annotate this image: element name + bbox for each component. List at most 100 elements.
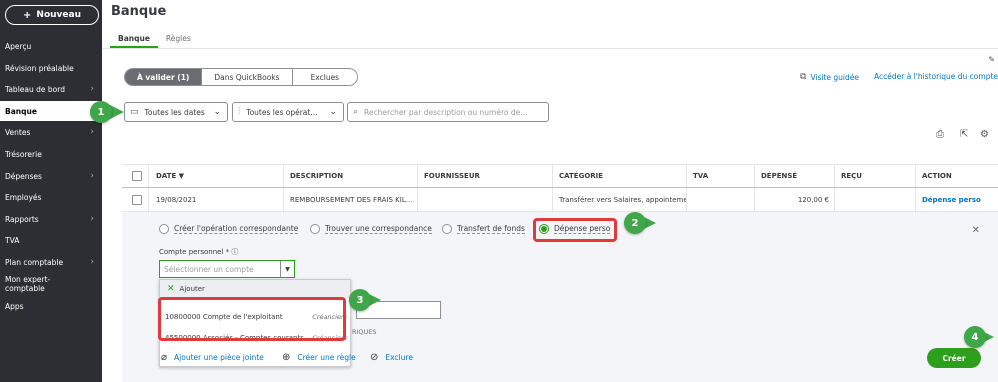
column-divider	[417, 165, 418, 187]
col-recu[interactable]: REÇU	[837, 165, 862, 187]
highlight-box-account-options	[158, 297, 346, 341]
radio-button[interactable]	[310, 224, 320, 234]
row-received	[837, 188, 841, 211]
col-fournisseur[interactable]: FOURNISSEUR	[420, 165, 480, 187]
tab-regles[interactable]: Règles	[158, 28, 199, 48]
segment-exclues[interactable]: Exclues	[292, 69, 358, 85]
segment-dans-quickbooks[interactable]: Dans QuickBooks	[202, 69, 293, 85]
select-all-checkbox[interactable]	[132, 171, 142, 181]
row-checkbox[interactable]	[132, 194, 142, 205]
history-label: Accéder à l'historique du compte	[874, 72, 998, 81]
gear-icon[interactable]: ⚙	[980, 129, 989, 140]
chevron-right-icon: ›	[90, 84, 94, 94]
guided-tour-label: Visite guidée	[810, 72, 860, 82]
page-tabs: Banque Règles	[110, 28, 199, 48]
paperclip-icon: ⌀	[161, 352, 168, 363]
sidebar-item-label: Apps	[5, 301, 24, 311]
sidebar-item-label: Plan comptable	[5, 257, 64, 267]
row-action-link[interactable]: Dépense perso	[918, 188, 981, 211]
partial-label: RIQUES	[352, 328, 377, 336]
operations-filter[interactable]: ⫶ Toutes les opérat... ⌄	[232, 102, 344, 122]
option-transfer[interactable]: Transfert de fonds	[442, 224, 525, 234]
pencil-icon[interactable]: ✎	[988, 55, 995, 64]
exclude-link[interactable]: ⊘ Exclure	[370, 352, 413, 363]
radio-button[interactable]	[442, 224, 452, 234]
create-rule-link[interactable]: ⊕ Créer une règle	[282, 352, 356, 363]
col-action: ACTION	[922, 172, 952, 180]
tabs-divider	[102, 48, 998, 49]
sidebar-item-label: Rapports	[5, 214, 39, 224]
table-row[interactable]: 19/08/2021 REMBOURSEMENT DES FRAIS KIL..…	[122, 188, 998, 212]
attach-file-link[interactable]: ⌀ Ajouter une pièce jointe	[161, 352, 264, 363]
column-divider	[686, 165, 687, 187]
row-vendor[interactable]	[420, 188, 424, 211]
create-button[interactable]: Créer	[927, 348, 981, 368]
account-placeholder: Sélectionner un compte	[164, 264, 254, 274]
segment-a-valider[interactable]: À valider (1)	[125, 69, 203, 85]
option-label: Transfert de fonds	[457, 224, 525, 234]
sidebar-item-label: Aperçu	[5, 41, 32, 51]
search-icon: ⌕	[353, 107, 359, 117]
chevron-right-icon: ›	[90, 127, 94, 137]
ban-icon: ⊘	[370, 352, 379, 363]
date-filter[interactable]: ▭ Toutes les dates ⌄	[124, 102, 228, 122]
sidebar-item-label: Trésorerie	[5, 149, 42, 159]
dropdown-add-item[interactable]: ✕ Ajouter	[160, 280, 350, 298]
search-input[interactable]: ⌕ Rechercher par description ou numéro d…	[347, 102, 549, 122]
export-icon[interactable]: ⇱	[960, 129, 968, 140]
tab-banque[interactable]: Banque	[110, 28, 158, 48]
sidebar-item-employes[interactable]: Employés	[0, 187, 102, 207]
column-divider	[148, 188, 149, 211]
new-button-label: Nouveau	[36, 10, 81, 20]
column-divider	[552, 188, 553, 211]
callout-2: 2	[624, 212, 656, 234]
sidebar-item-apercu[interactable]: Aperçu	[0, 36, 102, 56]
col-description[interactable]: DESCRIPTION	[286, 165, 343, 187]
row-spent: 120,00 €	[797, 195, 829, 204]
guided-tour-link[interactable]: ⧉ Visite guidée	[800, 72, 859, 82]
account-label: Compte personnel * ⓘ	[159, 248, 239, 256]
new-button[interactable]: + Nouveau	[5, 5, 99, 25]
dropdown-add-label: Ajouter	[179, 285, 205, 293]
sidebar-item-apps[interactable]: Apps	[0, 296, 102, 316]
history-link[interactable]: Accéder à l'historique du compte	[874, 72, 998, 81]
sidebar-item-mon-expert-comptable[interactable]: Mon expert-comptable	[0, 273, 60, 295]
chevron-down-icon: ⌄	[329, 107, 337, 117]
sidebar-item-tva[interactable]: TVA	[0, 230, 102, 250]
sidebar-item-revision[interactable]: Révision préalable	[0, 58, 102, 78]
row-select-cell	[128, 188, 142, 211]
sidebar-item-rapports[interactable]: Rapports ›	[0, 209, 102, 229]
date-filter-label: Toutes les dates	[144, 107, 205, 117]
attach-label: Ajouter une pièce jointe	[174, 353, 264, 362]
close-icon[interactable]: ✕	[972, 225, 980, 236]
sidebar-item-plan-comptable[interactable]: Plan comptable ›	[0, 252, 102, 272]
sidebar-item-label: Mon expert-comptable	[5, 275, 51, 293]
sidebar-item-ventes[interactable]: Ventes ›	[0, 122, 102, 142]
row-category[interactable]: Transférer vers Salaires, appointemen	[555, 188, 686, 211]
add-icon: ✕	[167, 284, 175, 294]
sidebar: + Nouveau Aperçu Révision préalable Tabl…	[0, 0, 102, 382]
option-find-match[interactable]: Trouver une correspondance	[310, 224, 432, 234]
sidebar-item-tresorerie[interactable]: Trésorerie	[0, 144, 102, 164]
column-divider	[834, 188, 835, 211]
col-date[interactable]: DATE ▼	[152, 165, 184, 187]
radio-button[interactable]	[159, 224, 169, 234]
col-depense[interactable]: DÉPENSÉ	[757, 165, 797, 187]
column-divider	[552, 165, 553, 187]
callout-3: 3	[349, 289, 381, 311]
chevron-right-icon: ›	[90, 214, 94, 224]
sidebar-item-tableau-de-bord[interactable]: Tableau de bord ›	[0, 79, 102, 99]
col-categorie[interactable]: CATÉGORIE	[555, 165, 603, 187]
plus-icon: +	[23, 9, 32, 21]
print-icon[interactable]: ⎙	[936, 129, 944, 140]
callout-1: 1	[90, 101, 124, 123]
account-select[interactable]: Sélectionner un compte ▼	[159, 260, 295, 278]
callout-number: 4	[964, 326, 986, 348]
col-tva[interactable]: TVA	[689, 165, 708, 187]
option-create-matching[interactable]: Créer l'opération correspondante	[159, 224, 299, 234]
sidebar-item-label: Employés	[5, 192, 42, 202]
caret-down-icon[interactable]: ▼	[280, 261, 294, 277]
sidebar-item-banque[interactable]: Banque	[0, 101, 102, 121]
sidebar-item-label: Dépenses	[5, 171, 42, 181]
sidebar-item-depenses[interactable]: Dépenses ›	[0, 166, 102, 186]
